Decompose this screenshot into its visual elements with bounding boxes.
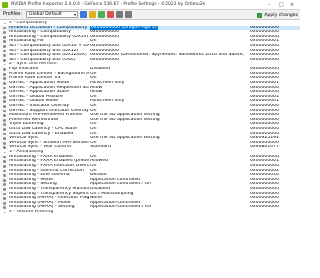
- setting-value-text: Disabled: [90, 186, 110, 191]
- chevron-down-icon: ▾: [74, 12, 77, 17]
- setting-value-text: Off: [90, 76, 97, 81]
- maximize-icon[interactable]: □: [279, 2, 284, 8]
- gear-icon: [3, 114, 6, 117]
- check-icon: ✓: [257, 12, 263, 18]
- profiles-label: Profiles:: [3, 12, 23, 17]
- gear-icon: [3, 45, 6, 48]
- setting-value-text: Disabled: [90, 67, 110, 72]
- setting-value-text: 0x00000000: [90, 57, 120, 62]
- close-icon[interactable]: ×: [290, 2, 294, 8]
- gear-icon: [3, 128, 6, 131]
- setting-value-text: Default: [90, 173, 107, 178]
- gear-icon: [3, 137, 6, 141]
- gear-icon: [3, 118, 6, 122]
- setting-value-text: Use the 3D application setting: [90, 113, 160, 118]
- setting-value-text: None: [90, 196, 102, 201]
- setting-value-text: 0x00000000 (Dishonored: Spyheroes: Solid…: [90, 53, 246, 58]
- setting-value-text: Allow: [90, 85, 103, 90]
- gear-icon: [3, 187, 6, 191]
- gear-icon: [3, 169, 6, 173]
- apply-changes-button[interactable]: ✓ Apply changes: [257, 12, 298, 19]
- delete-profile-icon[interactable]: [107, 11, 115, 18]
- section-title: 4 - Texture Filtering: [9, 209, 54, 214]
- setting-value-text: 0x00000000: [90, 30, 120, 35]
- setting-value-text: Off: [90, 39, 97, 44]
- gear-icon: [3, 141, 6, 145]
- settings-grid: ⌄ 1 - Compatibility Ambient Occlusion - Co…: [0, 21, 300, 278]
- gear-icon: [3, 174, 6, 177]
- toolbar: Profiles: Global Default ▾ ✓ Apply chang…: [0, 10, 300, 20]
- minimize-icon[interactable]: –: [268, 2, 271, 8]
- setting-value-text: Off: [90, 71, 97, 76]
- gear-icon: [3, 160, 6, 164]
- setting-value-text: Use the 3D application setting: [90, 117, 160, 122]
- setting-value-text: 0x00000000: [90, 44, 120, 49]
- setting-value-text: Fullscreen only: [90, 80, 125, 85]
- setting-value-text: On: [90, 168, 97, 173]
- section-header[interactable]: ⌄ 4 - Texture Filtering: [0, 209, 300, 215]
- setting-value-text: Standard: [90, 145, 111, 150]
- gear-icon: [3, 100, 6, 104]
- gear-icon: [3, 164, 6, 168]
- gear-icon: [3, 68, 6, 71]
- gear-icon: [3, 178, 6, 182]
- setting-value-text: Application-controlled / Off: [90, 205, 152, 210]
- setting-value-text: Application controlled: [90, 177, 141, 182]
- folder-icon[interactable]: [89, 11, 97, 18]
- setting-value-text: Allowed: [90, 159, 109, 164]
- gear-icon: [3, 104, 6, 108]
- setting-value-text: Use the 3D application setting: [90, 136, 160, 141]
- gear-icon: [3, 95, 6, 99]
- setting-value-text: Off: [90, 140, 97, 145]
- setting-value-text: Off: [90, 108, 97, 113]
- setting-value-text: Off: [90, 154, 97, 159]
- home-icon[interactable]: [80, 11, 88, 18]
- setting-value-text: Off: [90, 131, 97, 136]
- gear-icon: [3, 35, 6, 39]
- gear-icon: [3, 183, 6, 187]
- gear-icon: [3, 197, 6, 200]
- add-profile-icon[interactable]: [98, 11, 106, 18]
- window-title: NVIDIA Profile Inspector 2.4.0.4 - GeFor…: [11, 2, 206, 7]
- gear-icon: [3, 91, 6, 94]
- setting-value-text: Application controlled / Off: [90, 182, 152, 187]
- setting-value-text: Fullscreen only: [90, 99, 125, 104]
- setting-value-text: Off: [90, 127, 97, 132]
- gear-icon: [3, 201, 6, 205]
- setting-value-text: Allow: [90, 90, 103, 95]
- gear-icon: [3, 72, 6, 76]
- gear-icon: [3, 54, 6, 58]
- profile-dropdown-value: Global Default: [29, 12, 62, 17]
- setting-value-text: On: [90, 94, 97, 99]
- apply-changes-label: Apply changes: [264, 12, 298, 18]
- setting-value-text: 0x00000000 (Dragon Age 2): [90, 25, 158, 30]
- gear-icon: [3, 192, 6, 196]
- setting-value-text: 0x00000000: [90, 34, 120, 39]
- setting-value-text: Application-controlled: [90, 200, 141, 205]
- title-bar: NVIDIA Profile Inspector 2.4.0.4 - GeFor…: [0, 0, 300, 10]
- setting-value-text: Off: [90, 122, 97, 127]
- profile-dropdown[interactable]: Global Default ▾: [26, 11, 79, 18]
- setting-value-text: Off / Multisampling: [90, 191, 134, 196]
- settings-icon[interactable]: [125, 11, 133, 18]
- nvidia-logo-icon: [2, 1, 8, 8]
- export-icon[interactable]: [116, 11, 124, 18]
- chevron-down-icon[interactable]: ⌄: [3, 209, 6, 215]
- gear-icon: [3, 31, 6, 35]
- gear-icon: [3, 86, 6, 90]
- setting-value-text: 0x00000000: [90, 48, 120, 53]
- gear-icon: [3, 81, 6, 85]
- gear-icon: [3, 77, 6, 81]
- setting-value-text: Off: [90, 163, 97, 168]
- setting-value-text: Off: [90, 103, 97, 108]
